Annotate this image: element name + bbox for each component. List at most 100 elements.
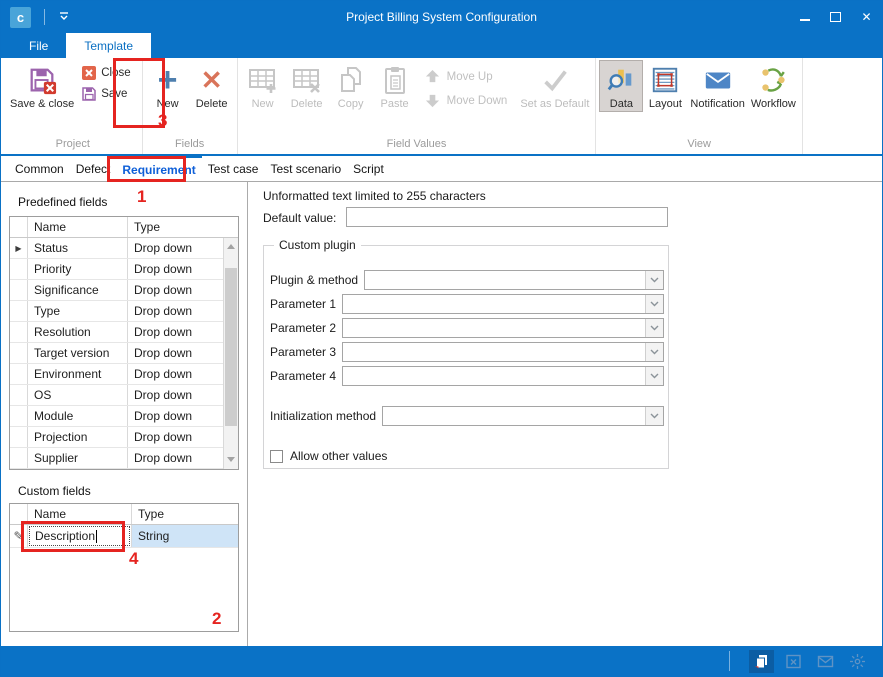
allow-other-values-checkbox[interactable] (270, 450, 283, 463)
close-template-button[interactable]: Close (81, 65, 130, 81)
scroll-up-icon[interactable] (227, 244, 235, 249)
parameter3-dropdown[interactable] (342, 342, 664, 362)
table-row[interactable]: SignificanceDrop down (10, 280, 223, 301)
allow-other-values-label: Allow other values (290, 449, 387, 463)
notification-view-icon (702, 64, 734, 96)
group-label-fields: Fields (146, 138, 234, 154)
maximize-icon (830, 12, 841, 22)
view-layout-button[interactable]: Layout (643, 60, 687, 111)
plugin-method-label: Plugin & method (270, 273, 358, 287)
window-title: Project Billing System Configuration (1, 10, 882, 24)
layout-box-icon (785, 653, 802, 670)
view-data-button[interactable]: Data (599, 60, 643, 112)
set-as-default-button: Set as Default (517, 60, 592, 111)
save-button[interactable]: Save (81, 86, 130, 102)
view-workflow-button[interactable]: Workflow (748, 60, 799, 111)
envelope-icon (817, 653, 834, 670)
vertical-scrollbar[interactable] (223, 238, 238, 469)
default-value-input[interactable] (346, 207, 668, 227)
initialization-method-dropdown[interactable] (382, 406, 664, 426)
table-row[interactable]: ModuleDrop down (10, 406, 223, 427)
tab-test-case[interactable]: Test case (202, 156, 265, 181)
maximize-button[interactable] (820, 1, 851, 33)
delete-value-icon (291, 64, 323, 96)
edit-row-icon: ✎ (13, 529, 23, 543)
ribbon-group-fields: + New ✕ Delete Fields (142, 58, 237, 154)
chevron-down-icon[interactable] (645, 319, 663, 337)
delete-field-button[interactable]: ✕ Delete (190, 60, 234, 111)
table-row[interactable]: SupplierDrop down (10, 448, 223, 469)
custom-field-row[interactable]: ✎ Description String (10, 525, 238, 548)
custom-fields-table: Name Type ✎ Description String (9, 503, 239, 632)
view-notification-button[interactable]: Notification (687, 60, 747, 111)
ribbon-group-view: Data Layout Notification (595, 58, 802, 154)
table-row[interactable]: ResolutionDrop down (10, 322, 223, 343)
ribbon-group-field-values: New Delete Copy (237, 58, 596, 154)
text-caret (96, 530, 97, 543)
custom-fields-title: Custom fields (18, 484, 91, 498)
layout-view-status-button[interactable] (781, 650, 806, 673)
minimize-button[interactable] (789, 1, 820, 33)
workflow-status-button[interactable] (845, 650, 870, 673)
table-row[interactable]: Target versionDrop down (10, 343, 223, 364)
field-settings-panel: Unformatted text limited to 255 characte… (249, 182, 882, 646)
close-icon: ✕ (861, 10, 871, 24)
field-name-edit-cell[interactable]: Description (29, 526, 130, 546)
parameter4-dropdown[interactable] (342, 366, 664, 386)
move-down-icon (425, 93, 441, 109)
plugin-method-dropdown[interactable] (364, 270, 664, 290)
table-header: Name Type (10, 217, 238, 238)
table-row[interactable]: PriorityDrop down (10, 259, 223, 280)
table-row[interactable]: ▶StatusDrop down (10, 238, 223, 259)
ribbon-tab-file[interactable]: File (11, 33, 66, 58)
table-row[interactable]: OSDrop down (10, 385, 223, 406)
chevron-down-icon[interactable] (645, 407, 663, 425)
tab-requirement[interactable]: Requirement (116, 156, 201, 181)
column-header-name[interactable]: Name (28, 217, 128, 237)
scroll-down-icon[interactable] (227, 457, 235, 462)
parameter1-dropdown[interactable] (342, 294, 664, 314)
move-up-icon (425, 69, 441, 85)
new-field-icon: + (152, 64, 184, 96)
table-row[interactable]: ProjectionDrop down (10, 427, 223, 448)
data-view-status-button[interactable] (749, 650, 774, 673)
tab-common[interactable]: Common (9, 156, 70, 181)
chevron-down-icon[interactable] (645, 343, 663, 361)
ribbon-tab-row: File Template (1, 33, 882, 58)
close-button[interactable]: ✕ (851, 1, 882, 33)
main-content: Predefined fields Name Type ▶StatusDrop … (1, 182, 882, 646)
new-value-icon (247, 64, 279, 96)
save-icon (81, 86, 97, 102)
tab-defect[interactable]: Defect (70, 156, 117, 181)
hub-icon (849, 653, 866, 670)
table-row[interactable]: TypeDrop down (10, 301, 223, 322)
notification-status-button[interactable] (813, 650, 838, 673)
tab-test-scenario[interactable]: Test scenario (264, 156, 347, 181)
column-header-type[interactable]: Type (132, 504, 238, 524)
delete-value-button: Delete (285, 60, 329, 111)
parameter2-dropdown[interactable] (342, 318, 664, 338)
ribbon-tab-template[interactable]: Template (66, 33, 151, 58)
scrollbar-thumb[interactable] (225, 268, 237, 426)
chevron-down-icon[interactable] (645, 271, 663, 289)
ribbon-group-project: Save & close Close Save (4, 58, 142, 154)
column-header-name[interactable]: Name (28, 504, 132, 524)
new-field-button[interactable]: + New (146, 60, 190, 111)
parameter1-label: Parameter 1 (270, 297, 336, 311)
close-template-icon (81, 65, 97, 81)
field-type-cell[interactable]: String (132, 525, 238, 547)
save-close-icon (26, 64, 58, 96)
workflow-view-icon (757, 64, 789, 96)
group-label-project: Project (7, 138, 139, 154)
table-row[interactable]: EnvironmentDrop down (10, 364, 223, 385)
chevron-down-icon[interactable] (645, 367, 663, 385)
current-row-icon: ▶ (15, 244, 21, 253)
initialization-method-label: Initialization method (270, 409, 376, 423)
tab-script[interactable]: Script (347, 156, 390, 181)
statusbar-separator (729, 651, 730, 671)
title-bar: c Project Billing System Configuration ✕ (1, 1, 882, 33)
column-header-type[interactable]: Type (128, 217, 238, 237)
predefined-fields-title: Predefined fields (18, 195, 107, 209)
save-and-close-button[interactable]: Save & close (7, 60, 77, 111)
chevron-down-icon[interactable] (645, 295, 663, 313)
